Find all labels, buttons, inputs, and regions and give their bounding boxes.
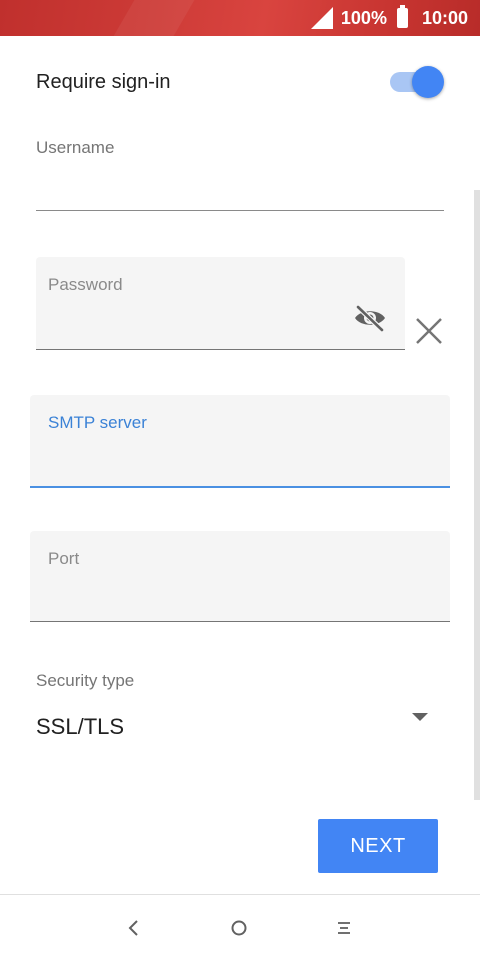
back-button[interactable] xyxy=(104,895,164,960)
home-button[interactable] xyxy=(209,895,269,960)
password-label: Password xyxy=(48,275,123,294)
port-label: Port xyxy=(48,549,80,568)
require-signin-row[interactable]: Require sign-in xyxy=(36,64,444,100)
scrollbar[interactable] xyxy=(474,190,480,800)
next-button[interactable]: NEXT xyxy=(318,819,438,873)
require-signin-toggle[interactable] xyxy=(390,65,444,99)
require-signin-label: Require sign-in xyxy=(36,70,171,93)
password-field[interactable]: Password xyxy=(36,257,405,350)
status-bar: 100% 10:00 xyxy=(0,0,480,36)
menu-icon xyxy=(338,921,350,934)
navigation-bar xyxy=(0,895,480,960)
back-icon xyxy=(128,919,138,936)
clock: 10:00 xyxy=(421,7,468,28)
port-underline xyxy=(30,621,450,622)
smtp-server-field[interactable]: SMTP server xyxy=(30,395,450,488)
security-type-label: Security type xyxy=(36,671,135,690)
password-underline xyxy=(36,349,405,350)
signal-icon xyxy=(310,7,333,29)
toggle-thumb xyxy=(412,66,444,98)
smtp-server-label: SMTP server xyxy=(48,413,147,432)
eye-off-icon[interactable] xyxy=(353,304,387,332)
menu-button[interactable] xyxy=(314,895,374,960)
username-field[interactable] xyxy=(36,210,444,211)
status-indicators: 100% 10:00 xyxy=(310,0,468,36)
dropdown-arrow-icon[interactable] xyxy=(412,713,428,721)
smtp-server-underline xyxy=(30,486,450,488)
battery-icon xyxy=(396,5,408,28)
status-bar-decoration xyxy=(94,0,206,36)
username-label: Username xyxy=(36,138,115,157)
security-type-dropdown[interactable]: SSL/TLS xyxy=(36,714,124,740)
port-field[interactable]: Port xyxy=(30,531,450,622)
close-icon[interactable] xyxy=(412,314,446,348)
home-icon xyxy=(231,920,247,935)
battery-percent: 100% xyxy=(340,7,387,28)
